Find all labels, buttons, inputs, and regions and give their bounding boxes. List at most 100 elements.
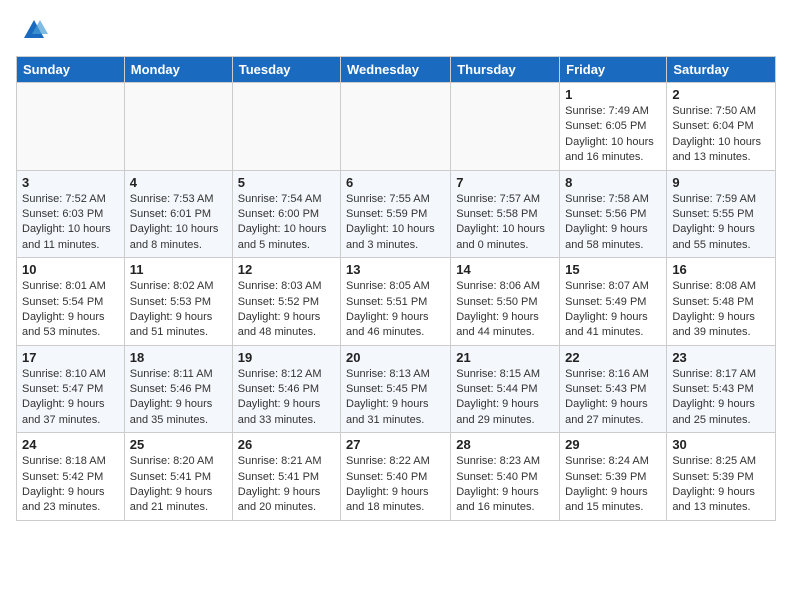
day-number: 19 [238, 350, 335, 365]
day-info: Sunrise: 8:12 AMSunset: 5:46 PMDaylight:… [238, 367, 335, 429]
day-number: 3 [22, 175, 119, 190]
calendar-header-row: SundayMondayTuesdayWednesdayThursdayFrid… [17, 57, 776, 83]
logo [16, 16, 48, 44]
calendar-cell [232, 83, 340, 171]
calendar-week-row: 17 Sunrise: 8:10 AMSunset: 5:47 PMDayligh… [17, 345, 776, 433]
calendar-table: SundayMondayTuesdayWednesdayThursdayFrid… [16, 56, 776, 521]
calendar-cell: 28 Sunrise: 8:23 AMSunset: 5:40 PMDayligh… [451, 433, 560, 521]
calendar-cell: 19 Sunrise: 8:12 AMSunset: 5:46 PMDayligh… [232, 345, 340, 433]
day-info: Sunrise: 8:11 AMSunset: 5:46 PMDaylight:… [130, 367, 227, 429]
calendar-cell: 6 Sunrise: 7:55 AMSunset: 5:59 PMDaylight… [341, 170, 451, 258]
day-number: 10 [22, 262, 119, 277]
calendar-cell: 13 Sunrise: 8:05 AMSunset: 5:51 PMDayligh… [341, 258, 451, 346]
day-number: 15 [565, 262, 661, 277]
calendar-cell: 21 Sunrise: 8:15 AMSunset: 5:44 PMDayligh… [451, 345, 560, 433]
calendar-cell: 18 Sunrise: 8:11 AMSunset: 5:46 PMDayligh… [124, 345, 232, 433]
calendar-week-row: 1 Sunrise: 7:49 AMSunset: 6:05 PMDaylight… [17, 83, 776, 171]
calendar-cell [124, 83, 232, 171]
day-number: 9 [672, 175, 770, 190]
day-info: Sunrise: 8:02 AMSunset: 5:53 PMDaylight:… [130, 279, 227, 341]
calendar-cell: 12Sunrise: 8:03 AMSunset: 5:52 PMDayligh… [232, 258, 340, 346]
calendar-cell: 9 Sunrise: 7:59 AMSunset: 5:55 PMDaylight… [667, 170, 776, 258]
calendar-cell: 5Sunrise: 7:54 AMSunset: 6:00 PMDaylight… [232, 170, 340, 258]
calendar-cell [17, 83, 125, 171]
calendar-cell: 23 Sunrise: 8:17 AMSunset: 5:43 PMDayligh… [667, 345, 776, 433]
weekday-header: Tuesday [232, 57, 340, 83]
calendar-cell: 7 Sunrise: 7:57 AMSunset: 5:58 PMDaylight… [451, 170, 560, 258]
calendar-cell: 10 Sunrise: 8:01 AMSunset: 5:54 PMDayligh… [17, 258, 125, 346]
calendar-week-row: 3 Sunrise: 7:52 AMSunset: 6:03 PMDaylight… [17, 170, 776, 258]
day-info: Sunrise: 7:59 AMSunset: 5:55 PMDaylight:… [672, 192, 770, 254]
day-info: Sunrise: 8:08 AMSunset: 5:48 PMDaylight:… [672, 279, 770, 341]
day-number: 11 [130, 262, 227, 277]
day-number: 26 [238, 437, 335, 452]
calendar-cell: 22 Sunrise: 8:16 AMSunset: 5:43 PMDayligh… [560, 345, 667, 433]
weekday-header: Wednesday [341, 57, 451, 83]
day-info: Sunrise: 7:53 AMSunset: 6:01 PMDaylight:… [130, 192, 227, 254]
day-info: Sunrise: 8:15 AMSunset: 5:44 PMDaylight:… [456, 367, 554, 429]
header [16, 16, 776, 44]
calendar-cell: 8 Sunrise: 7:58 AMSunset: 5:56 PMDaylight… [560, 170, 667, 258]
day-info: Sunrise: 8:20 AMSunset: 5:41 PMDaylight:… [130, 454, 227, 516]
day-number: 7 [456, 175, 554, 190]
day-info: Sunrise: 8:17 AMSunset: 5:43 PMDaylight:… [672, 367, 770, 429]
calendar-cell: 27 Sunrise: 8:22 AMSunset: 5:40 PMDayligh… [341, 433, 451, 521]
day-info: Sunrise: 8:01 AMSunset: 5:54 PMDaylight:… [22, 279, 119, 341]
calendar-cell: 11 Sunrise: 8:02 AMSunset: 5:53 PMDayligh… [124, 258, 232, 346]
logo-icon [20, 16, 48, 44]
day-number: 6 [346, 175, 445, 190]
day-info: Sunrise: 7:58 AMSunset: 5:56 PMDaylight:… [565, 192, 661, 254]
day-number: 14 [456, 262, 554, 277]
day-number: 1 [565, 87, 661, 102]
day-info: Sunrise: 7:49 AMSunset: 6:05 PMDaylight:… [565, 104, 661, 166]
day-info: Sunrise: 8:21 AMSunset: 5:41 PMDaylight:… [238, 454, 335, 516]
calendar-cell: 25 Sunrise: 8:20 AMSunset: 5:41 PMDayligh… [124, 433, 232, 521]
day-info: Sunrise: 8:22 AMSunset: 5:40 PMDaylight:… [346, 454, 445, 516]
calendar-week-row: 24Sunrise: 8:18 AMSunset: 5:42 PMDayligh… [17, 433, 776, 521]
calendar-cell: 14 Sunrise: 8:06 AMSunset: 5:50 PMDayligh… [451, 258, 560, 346]
calendar-cell: 15 Sunrise: 8:07 AMSunset: 5:49 PMDayligh… [560, 258, 667, 346]
day-number: 4 [130, 175, 227, 190]
day-info: Sunrise: 7:55 AMSunset: 5:59 PMDaylight:… [346, 192, 445, 254]
calendar-week-row: 10 Sunrise: 8:01 AMSunset: 5:54 PMDayligh… [17, 258, 776, 346]
day-number: 27 [346, 437, 445, 452]
day-info: Sunrise: 8:16 AMSunset: 5:43 PMDaylight:… [565, 367, 661, 429]
day-number: 23 [672, 350, 770, 365]
day-info: Sunrise: 8:13 AMSunset: 5:45 PMDaylight:… [346, 367, 445, 429]
day-number: 2 [672, 87, 770, 102]
day-info: Sunrise: 7:50 AMSunset: 6:04 PMDaylight:… [672, 104, 770, 166]
day-info: Sunrise: 8:05 AMSunset: 5:51 PMDaylight:… [346, 279, 445, 341]
day-number: 16 [672, 262, 770, 277]
day-number: 29 [565, 437, 661, 452]
calendar-cell: 20 Sunrise: 8:13 AMSunset: 5:45 PMDayligh… [341, 345, 451, 433]
day-number: 22 [565, 350, 661, 365]
day-number: 28 [456, 437, 554, 452]
calendar-cell: 17 Sunrise: 8:10 AMSunset: 5:47 PMDayligh… [17, 345, 125, 433]
day-info: Sunrise: 8:24 AMSunset: 5:39 PMDaylight:… [565, 454, 661, 516]
weekday-header: Friday [560, 57, 667, 83]
calendar-cell: 26 Sunrise: 8:21 AMSunset: 5:41 PMDayligh… [232, 433, 340, 521]
day-number: 8 [565, 175, 661, 190]
weekday-header: Saturday [667, 57, 776, 83]
day-info: Sunrise: 8:18 AMSunset: 5:42 PMDaylight:… [22, 454, 119, 516]
page: SundayMondayTuesdayWednesdayThursdayFrid… [0, 0, 792, 537]
day-info: Sunrise: 7:52 AMSunset: 6:03 PMDaylight:… [22, 192, 119, 254]
day-number: 12 [238, 262, 335, 277]
day-number: 18 [130, 350, 227, 365]
day-number: 25 [130, 437, 227, 452]
day-number: 20 [346, 350, 445, 365]
day-info: Sunrise: 7:57 AMSunset: 5:58 PMDaylight:… [456, 192, 554, 254]
calendar-cell [341, 83, 451, 171]
day-number: 13 [346, 262, 445, 277]
day-number: 17 [22, 350, 119, 365]
day-info: Sunrise: 8:06 AMSunset: 5:50 PMDaylight:… [456, 279, 554, 341]
calendar-cell: 29 Sunrise: 8:24 AMSunset: 5:39 PMDayligh… [560, 433, 667, 521]
calendar-cell: 4 Sunrise: 7:53 AMSunset: 6:01 PMDaylight… [124, 170, 232, 258]
day-number: 21 [456, 350, 554, 365]
day-info: Sunrise: 8:10 AMSunset: 5:47 PMDaylight:… [22, 367, 119, 429]
day-number: 5 [238, 175, 335, 190]
calendar-cell: 1 Sunrise: 7:49 AMSunset: 6:05 PMDaylight… [560, 83, 667, 171]
day-info: Sunrise: 8:23 AMSunset: 5:40 PMDaylight:… [456, 454, 554, 516]
day-info: Sunrise: 8:07 AMSunset: 5:49 PMDaylight:… [565, 279, 661, 341]
day-info: Sunrise: 8:25 AMSunset: 5:39 PMDaylight:… [672, 454, 770, 516]
